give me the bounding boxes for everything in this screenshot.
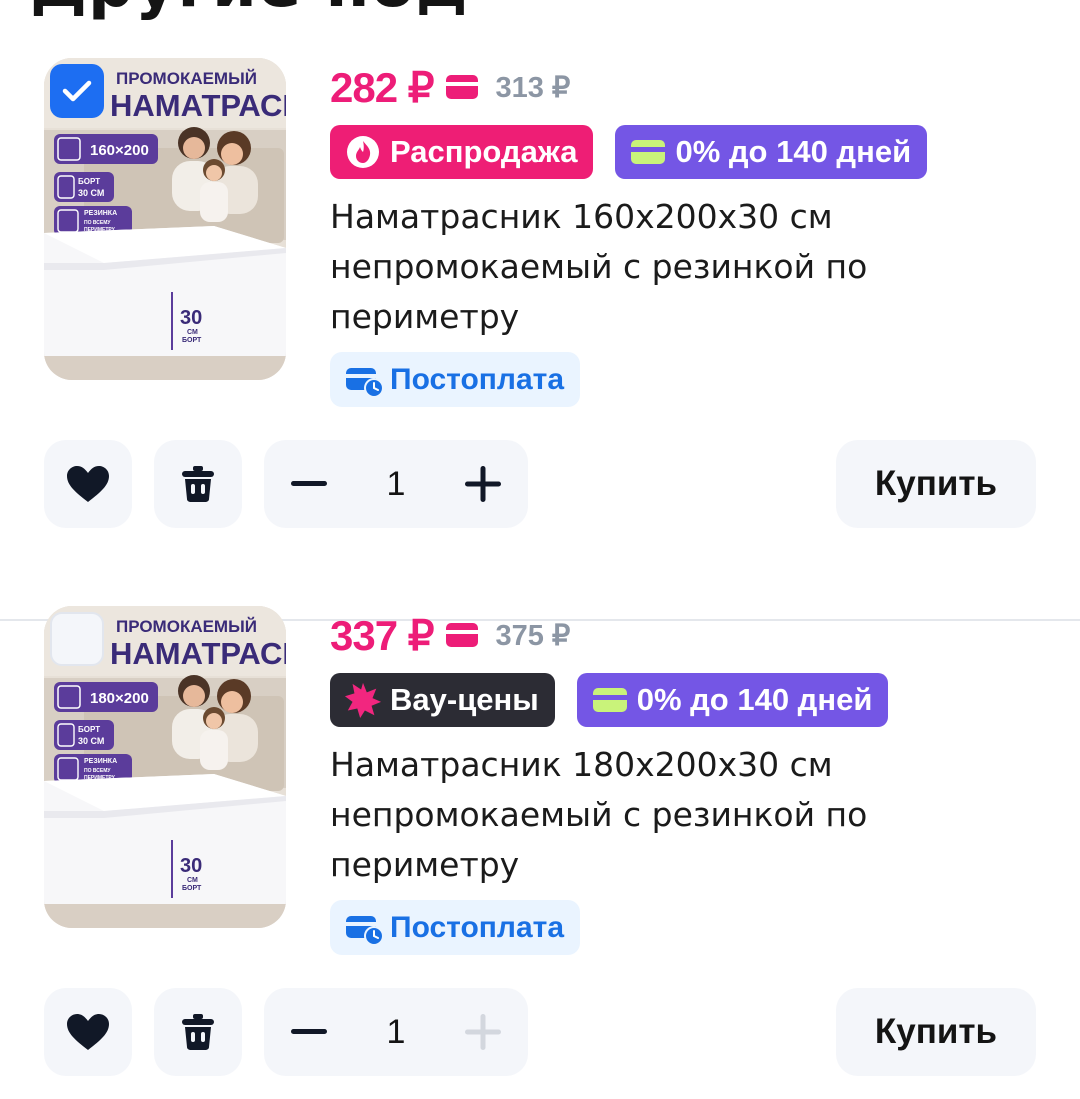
- badge-installment-label: 0% до 140 дней: [675, 134, 912, 169]
- image-mark-value: 30: [180, 307, 202, 329]
- product-title[interactable]: Наматрасник 160х200х30 см непромокаемый …: [330, 192, 1030, 342]
- image-mark-unit: СМ: [187, 329, 198, 336]
- quantity-stepper: 1: [264, 440, 528, 528]
- checkmark-icon: [62, 80, 92, 102]
- card-icon: [592, 688, 627, 712]
- favorite-button[interactable]: [44, 988, 132, 1076]
- increase-button[interactable]: [438, 440, 528, 528]
- image-elastic-label: РЕЗИНКА: [84, 210, 117, 217]
- image-size-label: 160×200: [90, 142, 149, 159]
- postpay-wallet-icon: [346, 367, 384, 397]
- badge-installment[interactable]: 0% до 140 дней: [615, 125, 928, 179]
- trash-icon: [182, 466, 214, 502]
- minus-icon: [291, 481, 327, 486]
- quantity-stepper: 1: [264, 988, 528, 1076]
- favorite-button[interactable]: [44, 440, 132, 528]
- current-price: 337 ₽: [330, 611, 434, 659]
- quantity-value: 1: [386, 465, 406, 503]
- image-side-label: БОРТ: [78, 177, 100, 186]
- image-side-value: 30 СМ: [78, 736, 104, 746]
- buy-button[interactable]: Купить: [836, 440, 1036, 528]
- card-icon: [631, 140, 666, 164]
- old-price: 313 ₽: [495, 71, 571, 104]
- old-price: 375 ₽: [495, 619, 571, 652]
- plus-icon: [465, 466, 501, 502]
- postpay-wallet-icon: [346, 915, 384, 945]
- postpay-label: Постоплата: [390, 910, 565, 944]
- current-price: 282 ₽: [330, 63, 434, 111]
- quantity-value: 1: [386, 1013, 406, 1051]
- heart-icon: [67, 1014, 109, 1050]
- buy-button[interactable]: Купить: [836, 988, 1036, 1076]
- postpay-badge[interactable]: Постоплата: [330, 900, 581, 955]
- badge-installment-label: 0% до 140 дней: [636, 682, 873, 717]
- image-mark-value: 30: [180, 855, 202, 877]
- image-size-label: 180×200: [90, 690, 149, 707]
- star-burst-icon: [344, 682, 382, 719]
- select-checkbox[interactable]: [50, 64, 104, 118]
- image-elastic-sub1: ПО ВСЕМУ: [84, 768, 111, 774]
- image-side-label: БОРТ: [78, 725, 100, 734]
- image-mark-unit: СМ: [187, 877, 198, 884]
- badge-wow-prices[interactable]: Вау-цены: [330, 673, 555, 727]
- heart-icon: [67, 466, 109, 502]
- image-side-value: 30 СМ: [78, 188, 104, 198]
- card-icon: [446, 623, 479, 647]
- image-text-line1: ПРОМОКАЕМЫЙ: [116, 617, 257, 636]
- image-text-line1: ПРОМОКАЕМЫЙ: [116, 69, 257, 88]
- decrease-button[interactable]: [264, 440, 354, 528]
- card-icon: [446, 75, 479, 99]
- image-text-line2: НАМАТРАСНИК: [110, 88, 286, 123]
- minus-icon: [291, 1029, 327, 1034]
- increase-button[interactable]: [438, 988, 528, 1076]
- select-checkbox[interactable]: [50, 612, 104, 666]
- delete-button[interactable]: [154, 440, 242, 528]
- product-title[interactable]: Наматрасник 180х200х30 см непромокаемый …: [330, 740, 1030, 890]
- image-mark-label: БОРТ: [182, 337, 202, 344]
- postpay-label: Постоплата: [390, 362, 565, 396]
- badge-sale-label: Распродажа: [390, 134, 578, 169]
- image-text-line2: НАМАТРАСНИК: [110, 636, 286, 671]
- postpay-badge[interactable]: Постоплата: [330, 352, 581, 407]
- partial-section-title: Другие под: [30, 0, 468, 22]
- trash-icon: [182, 1014, 214, 1050]
- plus-icon: [465, 1014, 501, 1050]
- badge-installment[interactable]: 0% до 140 дней: [576, 673, 889, 727]
- image-mark-label: БОРТ: [182, 885, 202, 892]
- flame-icon: [347, 136, 379, 168]
- image-elastic-sub1: ПО ВСЕМУ: [84, 220, 111, 226]
- image-elastic-label: РЕЗИНКА: [84, 758, 117, 765]
- badge-sale[interactable]: Распродажа: [330, 125, 594, 179]
- decrease-button[interactable]: [264, 988, 354, 1076]
- delete-button[interactable]: [154, 988, 242, 1076]
- badge-wow-label: Вау-цены: [390, 682, 539, 717]
